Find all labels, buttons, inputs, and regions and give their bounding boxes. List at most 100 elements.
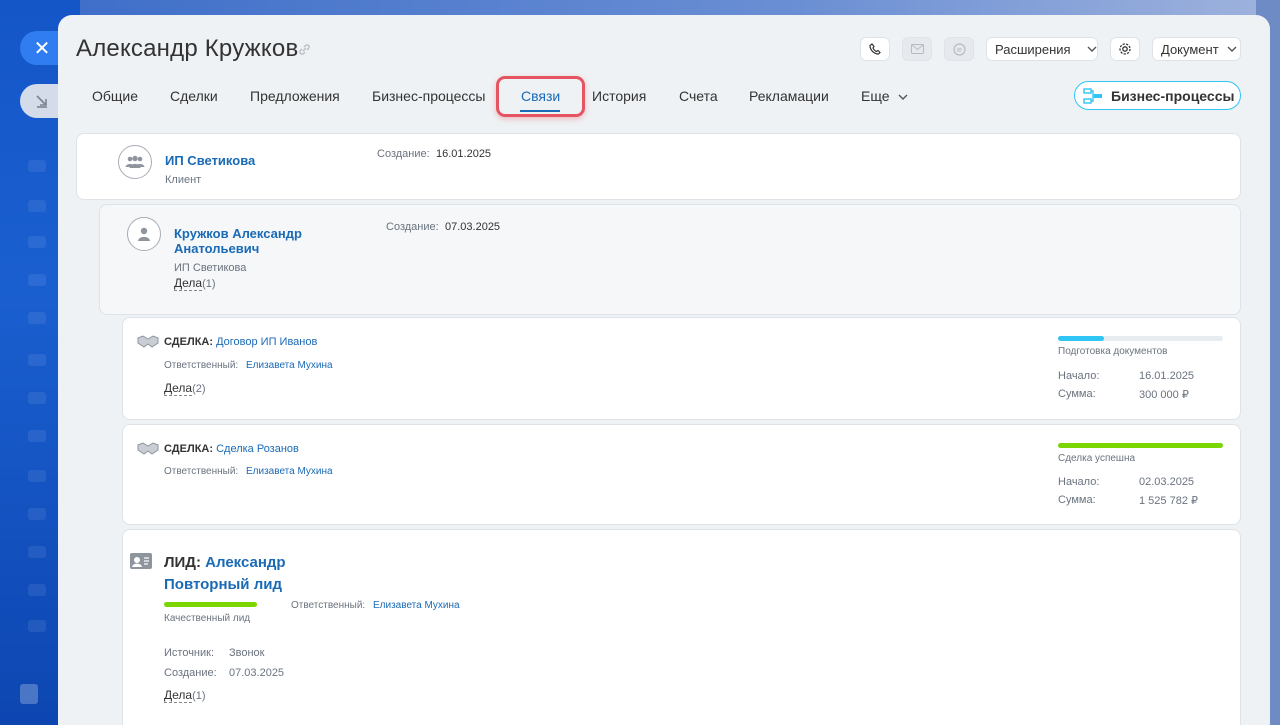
deal-stage-progress xyxy=(1058,336,1223,341)
tab-highlight-frame xyxy=(496,76,585,117)
menu-item-placeholder xyxy=(28,508,46,520)
business-processes-button[interactable]: Бизнес-процессы xyxy=(1074,81,1241,110)
deal-start-label: Начало: xyxy=(1058,476,1100,488)
email-button[interactable] xyxy=(902,37,932,61)
deal-title: СДЕЛКА: Сделка Розанов xyxy=(164,443,299,455)
lead-source-label: Источник: xyxy=(164,647,215,659)
deal-tasks-label: Дела xyxy=(164,381,193,396)
menu-item-placeholder xyxy=(28,312,46,324)
deal-responsible-link[interactable]: Елизавета Мухина xyxy=(246,466,333,477)
deal-stage-progress xyxy=(1058,443,1223,448)
tab-deals[interactable]: Сделки xyxy=(170,88,218,104)
tab-complaints[interactable]: Рекламации xyxy=(749,88,829,104)
business-processes-label: Бизнес-процессы xyxy=(1111,87,1235,104)
handshake-icon xyxy=(137,442,159,455)
tab-history[interactable]: История xyxy=(592,88,646,104)
deal-sum: 1 525 782 ₽ xyxy=(1139,495,1198,507)
tab-general[interactable]: Общие xyxy=(92,88,138,104)
menu-item-placeholder xyxy=(28,160,46,172)
tab-more[interactable]: Еще xyxy=(861,88,908,104)
contact-name-line2[interactable]: Анатольевич xyxy=(174,241,259,256)
contact-name-line1[interactable]: Кружков Александр xyxy=(174,226,302,241)
menu-item-placeholder xyxy=(28,430,46,442)
phone-icon xyxy=(869,43,881,55)
lead-card-icon xyxy=(130,553,152,569)
deal-name-link[interactable]: Договор ИП Иванов xyxy=(216,336,317,348)
user-icon xyxy=(138,227,150,241)
document-dropdown[interactable]: Документ xyxy=(1152,37,1241,61)
contact-card: Кружков Александр Анатольевич ИП Светико… xyxy=(99,204,1241,315)
lead-source: Звонок xyxy=(229,647,265,659)
lead-status-progress-fill xyxy=(164,602,257,607)
menu-item-placeholder xyxy=(28,200,46,212)
extensions-label: Расширения xyxy=(995,41,1071,57)
contact-avatar xyxy=(127,217,161,251)
chat-icon xyxy=(952,42,966,56)
lead-created-label: Создание: xyxy=(164,667,217,679)
menu-item-placeholder xyxy=(28,354,46,366)
gear-icon xyxy=(1119,43,1131,55)
menu-item-placeholder xyxy=(28,392,46,404)
lead-tasks-label: Дела xyxy=(164,688,193,703)
copy-link-icon[interactable] xyxy=(298,43,311,59)
lead-responsible-link[interactable]: Елизавета Мухина xyxy=(373,600,460,611)
handshake-icon xyxy=(137,335,159,348)
deal-sum: 300 000 ₽ xyxy=(1139,389,1189,401)
deal-sum-label: Сумма: xyxy=(1058,388,1096,400)
contact-slider-panel: Александр Кружков Расширения Документ Об… xyxy=(58,15,1270,725)
deal-name-link[interactable]: Сделка Розанов xyxy=(216,443,299,455)
deal-responsible-label: Ответственный: xyxy=(164,360,239,371)
tab-quotes[interactable]: Предложения xyxy=(250,88,340,104)
call-button[interactable] xyxy=(860,37,890,61)
lead-name-line1[interactable]: Александр xyxy=(205,554,285,571)
company-created-label: Создание: xyxy=(377,148,430,160)
lead-title: ЛИД: Александр xyxy=(164,554,286,571)
page-title: Александр Кружков xyxy=(76,35,299,62)
menu-item-placeholder xyxy=(28,620,46,632)
menu-item-placeholder xyxy=(28,546,46,558)
chat-button[interactable] xyxy=(944,37,974,61)
tab-invoices[interactable]: Счета xyxy=(679,88,718,104)
deal-start-date: 16.01.2025 xyxy=(1139,370,1195,382)
deal-start-date: 02.03.2025 xyxy=(1139,476,1195,488)
contact-tasks[interactable]: Дела(1) xyxy=(174,276,216,291)
lead-tasks-count: (1) xyxy=(192,690,206,702)
mail-icon xyxy=(910,44,924,54)
tab-business-processes[interactable]: Бизнес-процессы xyxy=(372,88,485,104)
deal-type-label: СДЕЛКА: xyxy=(164,443,214,455)
deal-tasks-count: (2) xyxy=(192,383,206,395)
menu-item-placeholder xyxy=(28,236,46,248)
contact-tasks-count: (1) xyxy=(202,278,216,290)
deal-sum-label: Сумма: xyxy=(1058,494,1096,506)
lead-tasks[interactable]: Дела(1) xyxy=(164,688,206,703)
deal-stage: Подготовка документов xyxy=(1058,346,1168,357)
printer-icon[interactable] xyxy=(20,684,38,704)
lead-card: ЛИД: Александр Повторный лид Качественны… xyxy=(122,529,1241,725)
settings-button[interactable] xyxy=(1110,37,1140,61)
company-type: Клиент xyxy=(165,174,202,186)
deal-type-label: СДЕЛКА: xyxy=(164,336,214,348)
chevron-down-icon xyxy=(898,94,908,101)
deal-card: СДЕЛКА: Договор ИП Иванов Ответственный:… xyxy=(122,317,1241,420)
deal-stage: Сделка успешна xyxy=(1058,453,1136,464)
deal-stage-progress-fill xyxy=(1058,336,1105,341)
deal-responsible-link[interactable]: Елизавета Мухина xyxy=(246,360,333,371)
chevron-down-icon xyxy=(1079,46,1105,52)
contact-company: ИП Светикова xyxy=(174,262,247,274)
extensions-dropdown[interactable]: Расширения xyxy=(986,37,1098,61)
lead-name-line2[interactable]: Повторный лид xyxy=(164,576,282,593)
business-process-icon xyxy=(1083,87,1103,104)
deal-start-label: Начало: xyxy=(1058,370,1100,382)
contact-created-label: Создание: xyxy=(386,221,439,233)
menu-item-placeholder xyxy=(28,584,46,596)
company-name-link[interactable]: ИП Светикова xyxy=(165,153,255,168)
deal-responsible-label: Ответственный: xyxy=(164,466,239,477)
lead-type-label: ЛИД: xyxy=(164,554,201,571)
contact-created-date: 07.03.2025 xyxy=(445,221,501,233)
deal-tasks[interactable]: Дела(2) xyxy=(164,381,206,396)
chevron-down-icon xyxy=(1227,46,1245,52)
company-created-date: 16.01.2025 xyxy=(436,148,492,160)
document-label: Документ xyxy=(1161,41,1219,57)
lead-created-date: 07.03.2025 xyxy=(229,667,285,679)
contact-tasks-label: Дела xyxy=(174,276,203,291)
